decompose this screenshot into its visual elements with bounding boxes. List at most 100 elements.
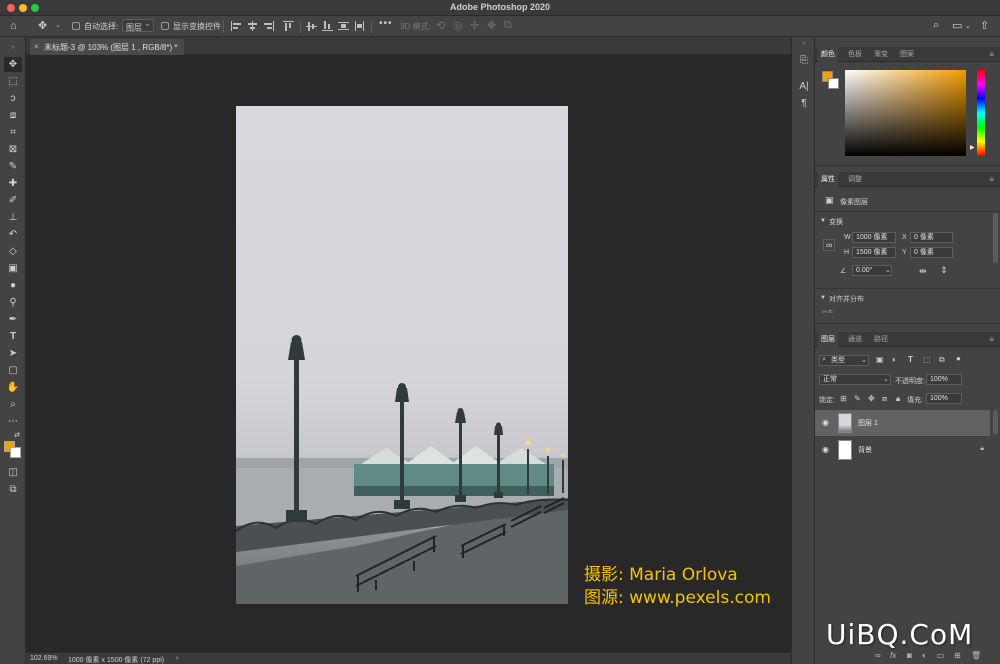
fx-icon[interactable]: fx — [890, 651, 896, 660]
clone-stamp-tool-icon[interactable]: ⊥ — [4, 210, 22, 225]
chevron-down-icon[interactable]: ⌄ — [965, 22, 971, 30]
y-field[interactable]: 0 像素 — [910, 247, 953, 258]
mask-icon[interactable]: ◙ — [907, 651, 912, 660]
adjustment-icon[interactable]: ◐ — [922, 651, 927, 660]
panel-menu-icon[interactable]: ≡ — [989, 335, 994, 344]
align-left-icon[interactable] — [231, 21, 242, 31]
move-tool-icon[interactable]: ✥ — [38, 19, 47, 32]
layer-row[interactable]: ◉ 背景 🔒︎ — [815, 437, 990, 463]
color-field[interactable] — [845, 70, 966, 156]
chevron-down-icon[interactable]: ▼ — [820, 295, 826, 301]
show-transform-checkbox[interactable] — [161, 22, 169, 30]
background-color-swatch[interactable] — [10, 447, 21, 458]
pen-tool-icon[interactable]: ✒ — [4, 312, 22, 327]
crop-tool-icon[interactable]: ⌗ — [4, 125, 22, 140]
align-bottom-icon[interactable] — [322, 21, 333, 31]
filter-adjustment-icon[interactable]: ◐ — [892, 355, 897, 364]
lock-transparency-icon[interactable]: ⊞ — [840, 394, 847, 403]
filter-toggle-icon[interactable]: ● — [956, 354, 961, 363]
filter-pixel-icon[interactable]: ▣ — [876, 355, 884, 364]
lock-artboard-icon[interactable]: ⧈ — [882, 394, 887, 404]
chevron-down-icon[interactable]: ▼ — [820, 218, 826, 224]
tab-properties[interactable]: 属性 — [818, 172, 838, 187]
brush-tool-icon[interactable]: ✐ — [4, 193, 22, 208]
folder-icon[interactable]: ▭ — [937, 651, 945, 660]
share-icon[interactable]: ⇧ — [980, 19, 989, 32]
lock-position-icon[interactable]: ✥ — [868, 394, 875, 403]
dodge-tool-icon[interactable]: ⚲ — [4, 295, 22, 310]
expand-panels-icon[interactable]: « — [796, 40, 812, 47]
fill-field[interactable]: 100% — [926, 393, 962, 404]
canvas-area[interactable]: 摄影: Maria Orlova 图源: www.pexels.com — [26, 55, 791, 652]
lock-pixels-icon[interactable]: ✎ — [854, 394, 861, 403]
blur-tool-icon[interactable]: ● — [4, 278, 22, 293]
visibility-eye-icon[interactable]: ◉ — [822, 418, 829, 427]
auto-select-checkbox[interactable] — [72, 22, 80, 30]
3d-orbit-icon[interactable]: ⟲ — [436, 19, 445, 32]
gradient-tool-icon[interactable]: ▣ — [4, 261, 22, 276]
panel-menu-icon[interactable]: ≡ — [989, 175, 994, 184]
chevron-down-icon[interactable]: ⌄ — [861, 356, 867, 364]
healing-brush-tool-icon[interactable]: ✚ — [4, 176, 22, 191]
x-field[interactable]: 0 像素 — [910, 232, 953, 243]
align-right-icon[interactable] — [263, 21, 274, 31]
screen-mode-icon[interactable]: ⧉ — [4, 482, 22, 497]
character-icon[interactable]: A| — [796, 81, 812, 92]
tab-gradients[interactable]: 渐变 — [871, 47, 891, 62]
visibility-eye-icon[interactable]: ◉ — [822, 445, 829, 454]
lasso-tool-icon[interactable]: ↄ — [4, 91, 22, 106]
3d-scale-icon[interactable]: ⧉ — [504, 19, 512, 32]
object-select-tool-icon[interactable]: ⧈ — [4, 108, 22, 123]
color-background-swatch[interactable] — [828, 78, 839, 89]
distribute-horizontal-icon[interactable] — [354, 21, 365, 31]
auto-select-dropdown[interactable]: 图层 — [122, 19, 154, 32]
properties-scrollbar[interactable] — [993, 213, 998, 263]
document-tab[interactable]: × 未标题-3 @ 103% (图层 1 , RGB/8*) * — [30, 39, 184, 55]
close-icon[interactable]: × — [34, 42, 39, 51]
tab-layers[interactable]: 图层 — [818, 332, 838, 347]
workspace-icon[interactable]: ▭ — [952, 19, 962, 32]
align-hcenter-icon[interactable] — [247, 21, 258, 31]
filter-shape-icon[interactable]: ⬚ — [923, 355, 931, 364]
edit-toolbar-icon[interactable]: ⋯ — [4, 414, 22, 429]
link-icon[interactable]: ∞ — [875, 651, 881, 660]
tab-adjustments[interactable]: 调整 — [845, 172, 865, 187]
status-menu-arrow-icon[interactable]: › — [176, 655, 178, 662]
3d-roll-icon[interactable]: ◎ — [453, 19, 463, 32]
history-brush-tool-icon[interactable]: ↶ — [4, 227, 22, 242]
link-icon[interactable]: ∞ — [823, 239, 836, 251]
quick-mask-icon[interactable]: ◫ — [4, 465, 22, 480]
flip-vertical-icon[interactable]: ⇕ — [940, 265, 948, 276]
tab-paths[interactable]: 路径 — [871, 332, 891, 347]
search-icon[interactable]: ⌕ — [933, 19, 939, 32]
filter-smart-object-icon[interactable]: ⧉ — [939, 355, 945, 365]
home-icon[interactable]: ⌂ — [10, 20, 17, 32]
width-field[interactable]: 1000 像素 — [852, 232, 896, 243]
chevron-down-icon[interactable]: ⌄ — [55, 21, 61, 29]
collapse-toolbar-icon[interactable]: » — [4, 40, 22, 55]
paragraph-icon[interactable]: ¶ — [796, 98, 812, 109]
marquee-tool-icon[interactable]: ⬚ — [4, 74, 22, 89]
zoom-tool-icon[interactable]: ⌕ — [4, 397, 22, 412]
chevron-down-icon[interactable]: ⌄ — [885, 266, 891, 274]
tab-color[interactable]: 颜色 — [818, 47, 838, 62]
distribute-vertical-icon[interactable] — [338, 21, 349, 31]
3d-pan-icon[interactable]: ✢ — [470, 19, 479, 32]
hue-slider[interactable] — [977, 70, 985, 156]
flip-horizontal-icon[interactable]: ⇹ — [919, 266, 927, 277]
opacity-field[interactable]: 100% — [926, 374, 962, 385]
panel-menu-icon[interactable]: ≡ — [989, 50, 994, 59]
path-select-tool-icon[interactable]: ➤ — [4, 346, 22, 361]
align-top-icon[interactable] — [283, 21, 294, 31]
filter-type-icon[interactable]: T — [908, 355, 913, 364]
new-layer-icon[interactable]: ⊞ — [954, 651, 961, 660]
eraser-tool-icon[interactable]: ◇ — [4, 244, 22, 259]
rectangle-tool-icon[interactable]: ▢ — [4, 363, 22, 378]
more-options-button[interactable]: ••• — [379, 18, 393, 29]
height-field[interactable]: 1500 像素 — [852, 247, 896, 258]
tab-channels[interactable]: 通道 — [845, 332, 865, 347]
move-tool-icon[interactable]: ✥ — [4, 57, 22, 72]
chevron-down-icon[interactable]: ⌄ — [883, 375, 889, 383]
layer-row[interactable]: ◉ 图层 1 — [815, 410, 990, 436]
frame-tool-icon[interactable]: ⊠ — [4, 142, 22, 157]
